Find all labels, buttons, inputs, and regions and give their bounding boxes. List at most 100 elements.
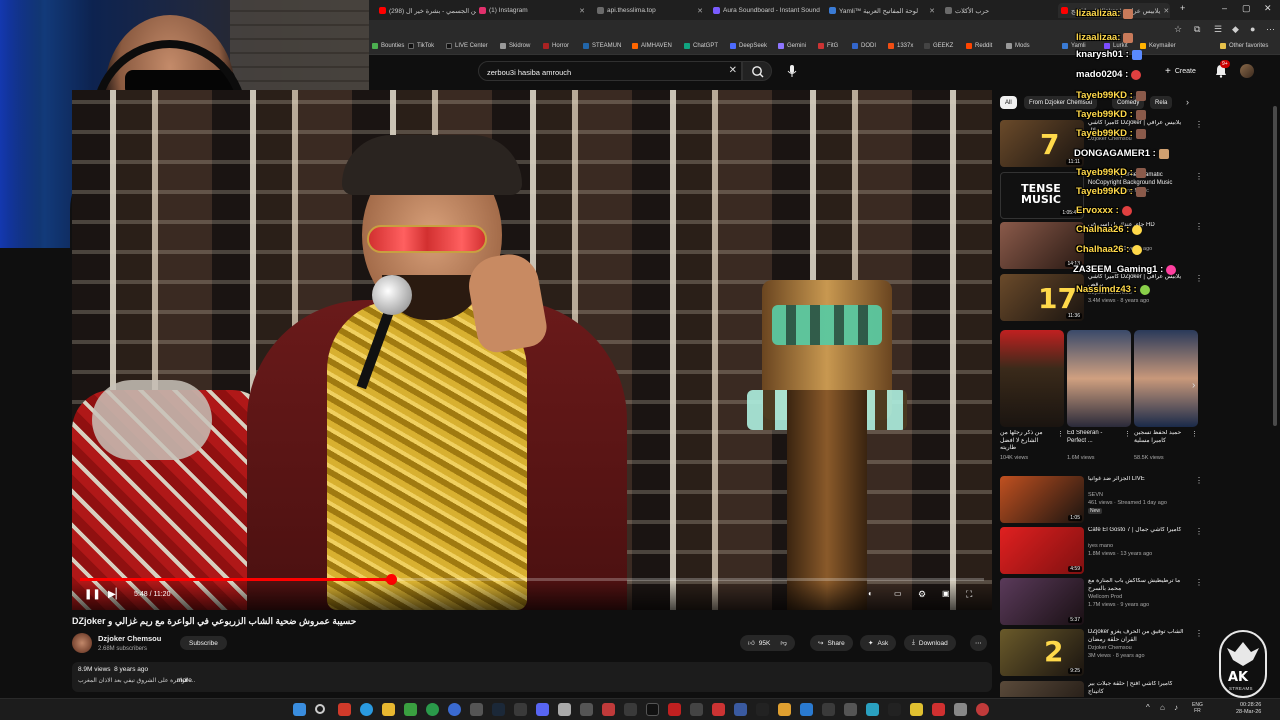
browser-tab[interactable]: Yamli™ لوحة المفاتيح العربية ✕ bbox=[826, 3, 938, 18]
bookmark[interactable]: ChatGPT bbox=[684, 43, 718, 49]
bookmark[interactable]: AIMHAVEN bbox=[632, 43, 672, 49]
favorites-icon[interactable]: ☰ bbox=[1214, 24, 1222, 35]
recommendation-item[interactable]: 1:05 الجزائر ضد غوانيا LIVE SEVN 461 vie… bbox=[1000, 476, 1203, 526]
app-icon[interactable] bbox=[844, 703, 857, 716]
app-icon[interactable] bbox=[822, 703, 835, 716]
app-icon[interactable] bbox=[448, 703, 461, 716]
close-tab-icon[interactable]: ✕ bbox=[579, 7, 585, 15]
browser-tab[interactable]: (1) Instagram ✕ bbox=[476, 3, 588, 18]
channel-avatar[interactable] bbox=[72, 633, 92, 653]
subscribe-button[interactable]: Subscribe bbox=[180, 636, 227, 650]
video-player[interactable]: ❚❚ ▶▏ 5:48 / 11:20 ◐ ▭ ⚙ ▣ ⛶ bbox=[72, 90, 992, 610]
voice-search-button[interactable] bbox=[782, 61, 802, 81]
bookmark[interactable]: DeepSeek bbox=[730, 43, 767, 49]
recommendation-item[interactable]: 5:37 ما ترطيطيش سكاكش باب المنارة مع محم… bbox=[1000, 578, 1203, 628]
close-tab-icon[interactable]: ✕ bbox=[929, 7, 935, 15]
more-options-icon[interactable]: ⋮ bbox=[1057, 430, 1064, 438]
share-button[interactable]: ↪ Share bbox=[810, 635, 853, 651]
browser-tab[interactable]: حرب الأكلات bbox=[942, 3, 1054, 18]
maximize-icon[interactable]: ▢ bbox=[1242, 3, 1251, 14]
app-icon[interactable] bbox=[712, 703, 725, 716]
clear-search-icon[interactable]: ✕ bbox=[729, 65, 737, 76]
app-icon[interactable] bbox=[910, 703, 923, 716]
brave-icon[interactable] bbox=[338, 703, 351, 716]
app-icon[interactable] bbox=[888, 703, 901, 716]
app-icon[interactable] bbox=[932, 703, 945, 716]
bookmark[interactable]: Skidrow bbox=[500, 43, 530, 49]
app-icon[interactable] bbox=[514, 703, 527, 716]
app-icon[interactable] bbox=[624, 703, 637, 716]
next-icon[interactable]: ▶▏ bbox=[108, 589, 123, 600]
chevron-right-icon[interactable]: › bbox=[1186, 97, 1189, 107]
close-window-icon[interactable]: ✕ bbox=[1264, 3, 1272, 14]
bookmark[interactable]: Mods bbox=[1006, 43, 1030, 49]
app-icon[interactable] bbox=[404, 703, 417, 716]
recommendation-item[interactable]: كاميرا كاشي أفتح | حلقة جبلات بير كاتينا… bbox=[1000, 681, 1200, 697]
bookmark[interactable]: Horror bbox=[543, 43, 569, 49]
channel-name[interactable]: Dzjoker Chemsou bbox=[98, 634, 161, 643]
menu-dots-icon[interactable]: ⋯ bbox=[1266, 24, 1275, 35]
progress-bar[interactable] bbox=[80, 574, 984, 585]
bookmark[interactable]: TikTok bbox=[408, 43, 434, 49]
other-favorites[interactable]: Other favorites bbox=[1220, 43, 1268, 49]
shield-icon[interactable]: ◆ bbox=[1232, 24, 1239, 35]
volume-icon[interactable]: ♪ bbox=[1174, 703, 1178, 712]
bookmark[interactable]: FitG bbox=[818, 43, 838, 49]
captions-icon[interactable]: ▭ bbox=[894, 589, 902, 598]
bookmark[interactable]: Bounties bbox=[372, 43, 404, 49]
thumbs-down-icon[interactable]: 👎︎ bbox=[780, 639, 787, 647]
minimize-icon[interactable]: – bbox=[1222, 3, 1227, 13]
app-icon[interactable] bbox=[800, 703, 813, 716]
page-scrollbar-thumb[interactable] bbox=[1273, 106, 1277, 426]
chevron-up-icon[interactable]: ^ bbox=[1146, 703, 1150, 712]
more-options-icon[interactable]: ⋮ bbox=[1124, 430, 1131, 438]
language-indicator[interactable]: ENG FR bbox=[1192, 702, 1203, 714]
more-options-icon[interactable]: ⋮ bbox=[1195, 476, 1203, 485]
download-button[interactable]: ⤓ Download bbox=[904, 635, 956, 651]
app-icon[interactable] bbox=[580, 703, 593, 716]
bookmark[interactable]: Gemini bbox=[778, 43, 806, 49]
autoplay-icon[interactable]: ◐ bbox=[868, 589, 873, 598]
edge-icon[interactable] bbox=[360, 703, 373, 716]
description-more-link[interactable]: more bbox=[177, 677, 192, 684]
more-options-icon[interactable]: ⋮ bbox=[1195, 274, 1203, 283]
more-options-icon[interactable]: ⋮ bbox=[1195, 578, 1203, 587]
more-options-icon[interactable]: ⋮ bbox=[1195, 527, 1203, 536]
steam-taskbar-icon[interactable] bbox=[492, 703, 505, 716]
bookmark[interactable]: Reddit bbox=[966, 43, 992, 49]
description-box[interactable]: 8.9M views 8 years ago الواعرة على الشرو… bbox=[72, 662, 992, 692]
search-button[interactable] bbox=[742, 61, 772, 81]
page-scrollbar[interactable] bbox=[1272, 56, 1278, 696]
pause-icon[interactable]: ❚❚ bbox=[84, 589, 101, 600]
discord-icon[interactable] bbox=[536, 703, 549, 716]
account-avatar[interactable] bbox=[1240, 64, 1254, 78]
like-button[interactable]: 👍︎ 95K 👎︎ bbox=[740, 635, 795, 651]
start-menu-icon[interactable] bbox=[293, 703, 306, 716]
app-icon[interactable] bbox=[976, 703, 989, 716]
bookmark[interactable]: STEAMUN bbox=[583, 43, 621, 49]
bookmark[interactable]: GEEKZ bbox=[924, 43, 953, 49]
short-item[interactable]: Ed Sheeran - Perfect ... 1.6M views ⋮ bbox=[1067, 330, 1131, 470]
bookmark[interactable]: LIVE Center bbox=[446, 43, 488, 49]
chip-all[interactable]: All bbox=[1000, 96, 1017, 109]
app-icon[interactable] bbox=[668, 703, 681, 716]
more-options-icon[interactable]: ⋮ bbox=[1195, 120, 1203, 129]
file-explorer-icon[interactable] bbox=[382, 703, 395, 716]
settings-icon[interactable] bbox=[954, 703, 967, 716]
more-options-icon[interactable]: ⋮ bbox=[1195, 629, 1203, 638]
more-actions-button[interactable]: ⋯ bbox=[970, 635, 987, 651]
recommendation-item[interactable]: 2 9:25 DZjoker الشاب توفيق من الحرف يغزو… bbox=[1000, 629, 1203, 679]
bookmark[interactable]: 1337x bbox=[888, 43, 913, 49]
tiktok-taskbar-icon[interactable] bbox=[646, 703, 659, 716]
close-tab-icon[interactable]: ✕ bbox=[697, 7, 703, 15]
xbox-icon[interactable] bbox=[426, 703, 439, 716]
profile-icon[interactable]: ● bbox=[1250, 24, 1255, 34]
app-icon[interactable] bbox=[558, 703, 571, 716]
system-clock[interactable]: 00:28:26 28-Mar-26 bbox=[1236, 702, 1261, 716]
browser-tab[interactable]: (298) حسين الجسمي - بشرة خير ال bbox=[376, 3, 476, 18]
more-options-icon[interactable]: ⋮ bbox=[1195, 172, 1203, 181]
search-input[interactable] bbox=[487, 66, 707, 78]
short-item[interactable]: من ذكر رجلها من الشارع لا افضل طاريته 10… bbox=[1000, 330, 1064, 470]
bookmark[interactable]: DODI bbox=[852, 43, 876, 49]
app-icon[interactable] bbox=[470, 703, 483, 716]
